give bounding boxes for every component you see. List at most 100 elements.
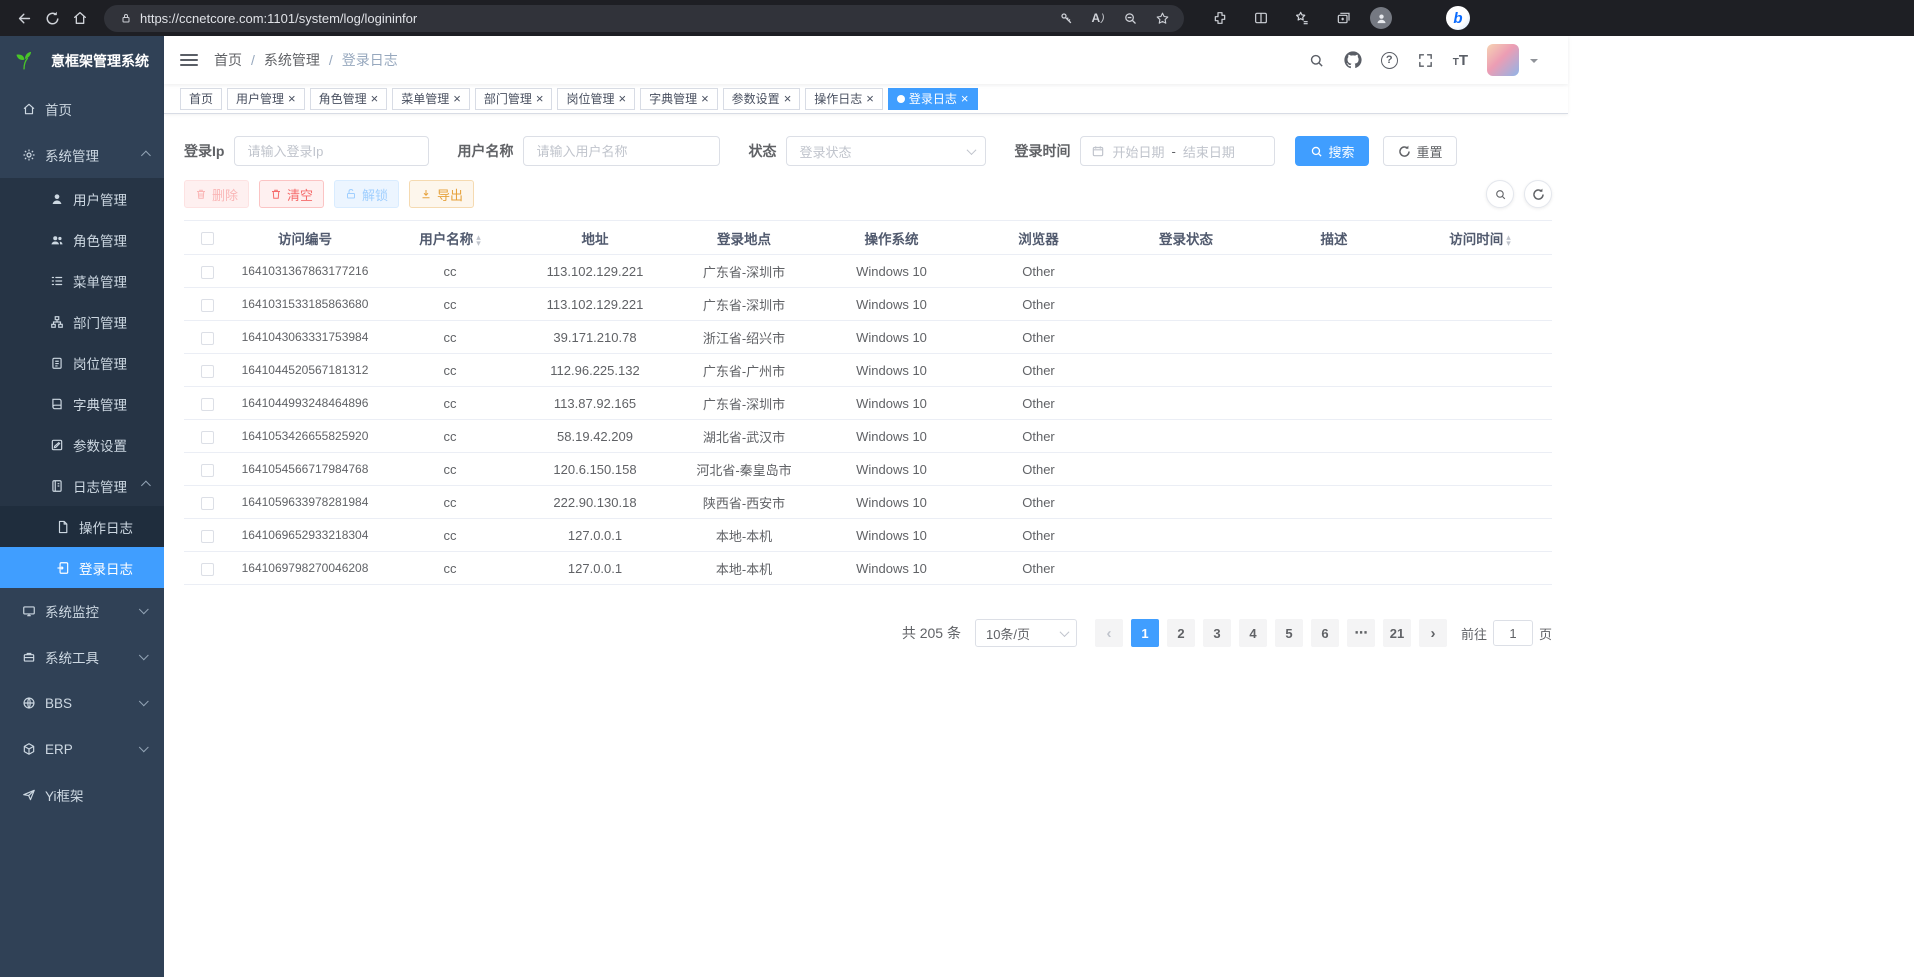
column-header[interactable]: 操作系统▴▾ (818, 221, 965, 255)
page-button[interactable]: 6 (1311, 619, 1339, 647)
column-header[interactable]: 用户名称▴▾ (380, 221, 520, 255)
reset-button[interactable]: 重置 (1383, 136, 1457, 166)
sidebar-item-erp[interactable]: ERP (0, 726, 164, 772)
sidebar-item-system-management[interactable]: 系统管理 (0, 132, 164, 178)
font-size-icon[interactable]: TT (1453, 53, 1468, 68)
favorite-star-icon[interactable] (1148, 4, 1176, 32)
split-screen-icon[interactable] (1247, 4, 1275, 32)
tab-close-icon[interactable]: × (371, 92, 379, 105)
status-select[interactable]: 登录状态 (786, 136, 986, 166)
row-checkbox[interactable] (201, 530, 214, 543)
copilot-icon[interactable]: b (1446, 6, 1470, 30)
page-button[interactable]: 21 (1383, 619, 1411, 647)
sidebar-toggle-icon[interactable] (180, 51, 198, 69)
tab[interactable]: 角色管理 × (310, 88, 388, 110)
sidebar-item-role-management[interactable]: 角色管理 (0, 219, 164, 260)
page-button[interactable]: 2 (1167, 619, 1195, 647)
clear-button[interactable]: 清空 (259, 180, 324, 208)
table-row[interactable]: 1641053426655825920 cc 58.19.42.209 湖北省-… (184, 420, 1552, 453)
tab[interactable]: 登录日志 × (888, 88, 978, 110)
row-checkbox[interactable] (201, 299, 214, 312)
breadcrumb-item-system[interactable]: 系统管理 (264, 50, 320, 70)
sort-icon[interactable]: ▴▾ (1506, 234, 1511, 246)
sidebar-item-system-monitoring[interactable]: 系统监控 (0, 588, 164, 634)
breadcrumb-item-home[interactable]: 首页 (214, 50, 242, 70)
page-button[interactable]: ⋯ (1347, 619, 1375, 647)
goto-page-input[interactable] (1493, 620, 1533, 646)
table-row[interactable]: 1641069798270046208 cc 127.0.0.1 本地-本机 W… (184, 552, 1552, 585)
github-icon[interactable] (1344, 51, 1362, 69)
table-row[interactable]: 1641044993248464896 cc 113.87.92.165 广东省… (184, 387, 1552, 420)
search-icon[interactable] (1308, 52, 1325, 69)
username-input[interactable] (523, 136, 720, 166)
table-row[interactable]: 1641031533185863680 cc 113.102.129.221 广… (184, 288, 1552, 321)
row-checkbox[interactable] (201, 464, 214, 477)
column-header[interactable]: 描述▴▾ (1260, 221, 1408, 255)
sidebar-item-home[interactable]: 首页 (0, 86, 164, 132)
tab-close-icon[interactable]: × (536, 92, 544, 105)
table-row[interactable]: 1641044520567181312 cc 112.96.225.132 广东… (184, 354, 1552, 387)
sidebar-item-department-management[interactable]: 部门管理 (0, 301, 164, 342)
table-row[interactable]: 1641054566717984768 cc 120.6.150.158 河北省… (184, 453, 1552, 486)
url-text[interactable]: https://ccnetcore.com:1101/system/log/lo… (140, 11, 1048, 26)
unlock-button[interactable]: 解锁 (334, 180, 399, 208)
sidebar-item-yi-framework[interactable]: Yi框架 (0, 772, 164, 818)
read-aloud-icon[interactable]: A) (1084, 4, 1112, 32)
column-header[interactable]: 浏览器▴▾ (965, 221, 1112, 255)
address-bar[interactable]: https://ccnetcore.com:1101/system/log/lo… (104, 5, 1184, 32)
sidebar-item-dictionary-management[interactable]: 字典管理 (0, 383, 164, 424)
row-checkbox[interactable] (201, 398, 214, 411)
row-checkbox[interactable] (201, 266, 214, 279)
export-button[interactable]: 导出 (409, 180, 474, 208)
page-size-select[interactable]: 10条/页 (975, 619, 1077, 647)
sidebar-item-user-management[interactable]: 用户管理 (0, 178, 164, 219)
sidebar-item-login-log[interactable]: 登录日志 (0, 547, 164, 588)
browser-home-icon[interactable] (66, 4, 94, 32)
browser-profile-avatar[interactable] (1370, 7, 1392, 29)
column-header[interactable]: 地址▴▾ (520, 221, 670, 255)
table-row[interactable]: 1641059633978281984 cc 222.90.130.18 陕西省… (184, 486, 1552, 519)
prev-page-button[interactable]: ‹ (1095, 619, 1123, 647)
delete-button[interactable]: 删除 (184, 180, 249, 208)
sidebar-item-parameter-settings[interactable]: 参数设置 (0, 424, 164, 465)
table-search-toggle-icon[interactable] (1486, 180, 1514, 208)
tab[interactable]: 岗位管理 × (557, 88, 635, 110)
login-ip-input[interactable] (234, 136, 429, 166)
sort-icon[interactable]: ▴▾ (476, 234, 481, 246)
back-icon[interactable] (10, 4, 38, 32)
refresh-icon[interactable] (38, 4, 66, 32)
tab[interactable]: 首页 × (180, 88, 222, 110)
favorites-bar-icon[interactable] (1288, 4, 1316, 32)
row-checkbox[interactable] (201, 563, 214, 576)
tab-close-icon[interactable]: × (866, 92, 874, 105)
tab[interactable]: 部门管理 × (475, 88, 553, 110)
tab-close-icon[interactable]: × (453, 92, 461, 105)
tab[interactable]: 用户管理 × (227, 88, 305, 110)
sidebar-item-operation-log[interactable]: 操作日志 (0, 506, 164, 547)
collections-icon[interactable] (1329, 4, 1357, 32)
column-header[interactable]: 访问时间▴▾ (1408, 221, 1552, 255)
table-row[interactable]: 1641069652933218304 cc 127.0.0.1 本地-本机 W… (184, 519, 1552, 552)
table-row[interactable]: 1641043063331753984 cc 39.171.210.78 浙江省… (184, 321, 1552, 354)
row-checkbox[interactable] (201, 332, 214, 345)
table-refresh-icon[interactable] (1524, 180, 1552, 208)
tab[interactable]: 参数设置 × (723, 88, 801, 110)
lock-icon[interactable] (116, 4, 136, 32)
column-header[interactable]: 登录状态▴▾ (1112, 221, 1260, 255)
select-all-checkbox[interactable] (201, 232, 214, 245)
date-range-picker[interactable]: 开始日期 - 结束日期 (1080, 136, 1275, 166)
row-checkbox[interactable] (201, 365, 214, 378)
page-button[interactable]: 4 (1239, 619, 1267, 647)
tab[interactable]: 操作日志 × (805, 88, 883, 110)
table-row[interactable]: 1641031367863177216 cc 113.102.129.221 广… (184, 255, 1552, 288)
column-header[interactable]: 访问编号▴▾ (230, 221, 380, 255)
tab-close-icon[interactable]: × (784, 92, 792, 105)
zoom-out-icon[interactable] (1116, 4, 1144, 32)
tab-close-icon[interactable]: × (701, 92, 709, 105)
tab-close-icon[interactable]: × (961, 92, 969, 105)
search-button[interactable]: 搜索 (1295, 136, 1369, 166)
tab[interactable]: 菜单管理 × (392, 88, 470, 110)
help-question-icon[interactable]: ? (1381, 52, 1398, 69)
page-button[interactable]: 3 (1203, 619, 1231, 647)
row-checkbox[interactable] (201, 431, 214, 444)
